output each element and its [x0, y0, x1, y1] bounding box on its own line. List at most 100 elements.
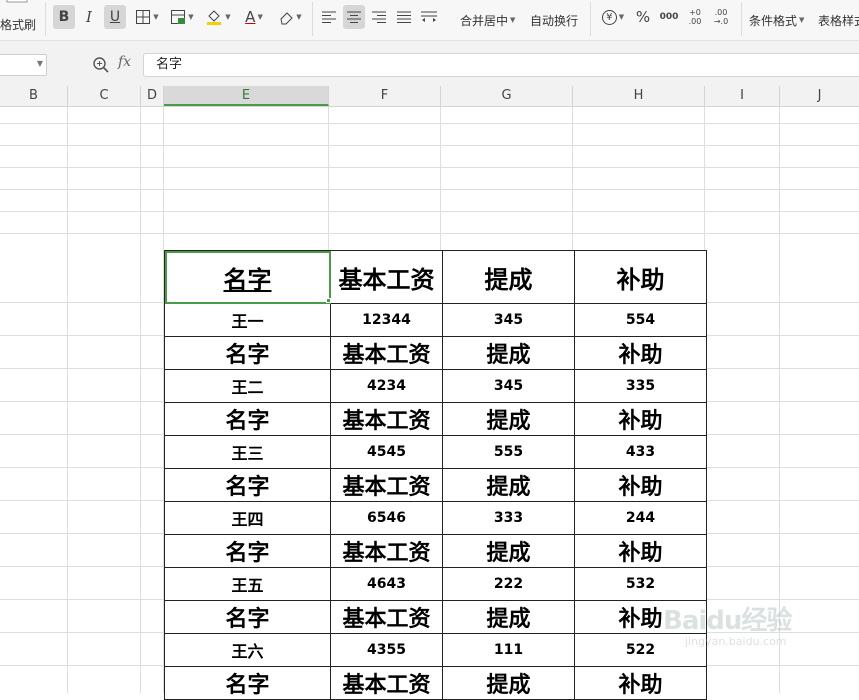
cell-allowance[interactable]: 433 — [574, 435, 707, 469]
cell-header-commission[interactable]: 提成 — [442, 666, 575, 700]
cell-name[interactable]: 王三 — [164, 435, 331, 469]
cell-base[interactable]: 4545 — [330, 435, 443, 469]
cell-name[interactable]: 王二 — [164, 369, 331, 403]
conditional-format-button[interactable]: 条件格式 ▼ — [749, 8, 804, 32]
cell-header-commission[interactable]: 提成 — [442, 402, 575, 436]
cell-header-base[interactable]: 基本工资 — [330, 534, 443, 568]
cell-commission[interactable]: 333 — [442, 501, 575, 535]
italic-icon: I — [86, 8, 92, 26]
cell-name[interactable]: 王六 — [164, 633, 331, 667]
cell-header-allowance[interactable]: 补助 — [574, 336, 707, 370]
cell-header-commission[interactable]: 提成 — [442, 336, 575, 370]
cell-header-commission[interactable]: 提成 — [442, 468, 575, 502]
thousands-button[interactable]: 000 — [658, 5, 680, 29]
table-row: 名字 基本工资 提成 补助 — [164, 468, 707, 502]
name-box[interactable]: ▼ — [0, 54, 47, 76]
cell-allowance[interactable]: 335 — [574, 369, 707, 403]
fx-icon[interactable]: fx — [118, 54, 131, 70]
cell-header-allowance[interactable]: 补助 — [574, 402, 707, 436]
chevron-down-icon: ▼ — [36, 59, 43, 68]
column-header-h[interactable]: H — [573, 86, 705, 106]
cell-header-commission[interactable]: 提成 — [442, 534, 575, 568]
table-style-button[interactable]: 表格样式 — [818, 8, 859, 32]
cell-base[interactable]: 4234 — [330, 369, 443, 403]
bold-button[interactable]: B — [53, 5, 75, 29]
cell-allowance[interactable]: 244 — [574, 501, 707, 535]
cell-header-name[interactable]: 名字 — [164, 468, 331, 502]
cell-allowance[interactable]: 532 — [574, 567, 707, 601]
cell-header-base[interactable]: 基本工资 — [330, 336, 443, 370]
increase-decimal-button[interactable]: +0 .00 — [684, 5, 706, 29]
cell-header-allowance[interactable]: 补助 — [574, 250, 707, 304]
cell-base[interactable]: 6546 — [330, 501, 443, 535]
align-left-button[interactable] — [318, 5, 340, 29]
cell-allowance[interactable]: 554 — [574, 303, 707, 337]
cell-base[interactable]: 4355 — [330, 633, 443, 667]
cell-header-commission[interactable]: 提成 — [442, 600, 575, 634]
distributed-button[interactable] — [418, 5, 440, 29]
align-center-button[interactable] — [343, 5, 365, 29]
cell-header-allowance[interactable]: 补助 — [574, 534, 707, 568]
toolbar-separator — [312, 2, 313, 36]
cell-name[interactable]: 王四 — [164, 501, 331, 535]
clear-button[interactable]: ▼ — [275, 5, 305, 29]
cell-commission[interactable]: 555 — [442, 435, 575, 469]
cell-header-base[interactable]: 基本工资 — [330, 402, 443, 436]
cell-header-name[interactable]: 名字 — [164, 250, 331, 304]
cell-header-name[interactable]: 名字 — [164, 600, 331, 634]
currency-button[interactable]: ¥ ▼ — [598, 5, 628, 29]
cell-commission[interactable]: 222 — [442, 567, 575, 601]
percent-button[interactable]: % — [632, 5, 654, 29]
justify-button[interactable] — [393, 5, 415, 29]
toolbar-separator — [590, 2, 591, 36]
column-header-c[interactable]: C — [68, 86, 141, 106]
cell-commission[interactable]: 111 — [442, 633, 575, 667]
align-right-button[interactable] — [368, 5, 390, 29]
cell-commission[interactable]: 345 — [442, 303, 575, 337]
formula-input[interactable]: 名字 — [143, 53, 859, 77]
cell-header-name[interactable]: 名字 — [164, 402, 331, 436]
cell-header-name[interactable]: 名字 — [164, 336, 331, 370]
table-row: 王五 4643 222 532 — [164, 567, 707, 601]
cell-header-commission[interactable]: 提成 — [442, 250, 575, 304]
cell-header-base[interactable]: 基本工资 — [330, 468, 443, 502]
cell-commission[interactable]: 345 — [442, 369, 575, 403]
cell-base[interactable]: 4643 — [330, 567, 443, 601]
underline-button[interactable]: U — [104, 5, 126, 29]
column-header-g[interactable]: G — [441, 86, 573, 106]
merge-center-button[interactable]: 合并居中 ▼ — [460, 8, 515, 32]
column-header-f[interactable]: F — [329, 86, 441, 106]
column-header-i[interactable]: I — [705, 86, 780, 106]
table-row: 名字 基本工资 提成 补助 — [164, 666, 707, 700]
grid-line — [0, 145, 859, 146]
column-header-d[interactable]: D — [141, 86, 164, 106]
cell-name[interactable]: 王一 — [164, 303, 331, 337]
grid-line — [0, 211, 859, 212]
cell-header-name[interactable]: 名字 — [164, 534, 331, 568]
borders-button[interactable]: ▼ — [132, 5, 162, 29]
column-header-e[interactable]: E — [164, 86, 329, 106]
column-header-j[interactable]: J — [780, 86, 859, 106]
cell-base[interactable]: 12344 — [330, 303, 443, 337]
cell-header-base[interactable]: 基本工资 — [330, 666, 443, 700]
table-row: 名字 基本工资 提成 补助 — [164, 336, 707, 370]
format-painter-button[interactable]: 格式刷 — [0, 12, 36, 36]
cell-header-allowance[interactable]: 补助 — [574, 468, 707, 502]
cell-name[interactable]: 王五 — [164, 567, 331, 601]
decrease-decimal-icon: .00 →.0 — [713, 8, 729, 26]
decrease-decimal-button[interactable]: .00 →.0 — [710, 5, 732, 29]
cell-header-base[interactable]: 基本工资 — [330, 600, 443, 634]
cell-header-base[interactable]: 基本工资 — [330, 250, 443, 304]
cell-style-button[interactable]: ▼ — [167, 5, 197, 29]
fill-handle[interactable] — [326, 298, 331, 303]
italic-button[interactable]: I — [78, 5, 100, 29]
cell-style-icon — [171, 10, 186, 24]
column-header-b[interactable]: B — [0, 86, 68, 106]
cell-header-name[interactable]: 名字 — [164, 666, 331, 700]
cell-header-allowance[interactable]: 补助 — [574, 666, 707, 700]
zoom-icon[interactable] — [92, 56, 110, 74]
font-color-button[interactable]: A ▼ — [239, 5, 269, 29]
wrap-text-button[interactable]: 自动换行 — [530, 8, 578, 32]
distribute-icon — [421, 11, 437, 22]
fill-color-button[interactable]: ▼ — [203, 5, 233, 29]
